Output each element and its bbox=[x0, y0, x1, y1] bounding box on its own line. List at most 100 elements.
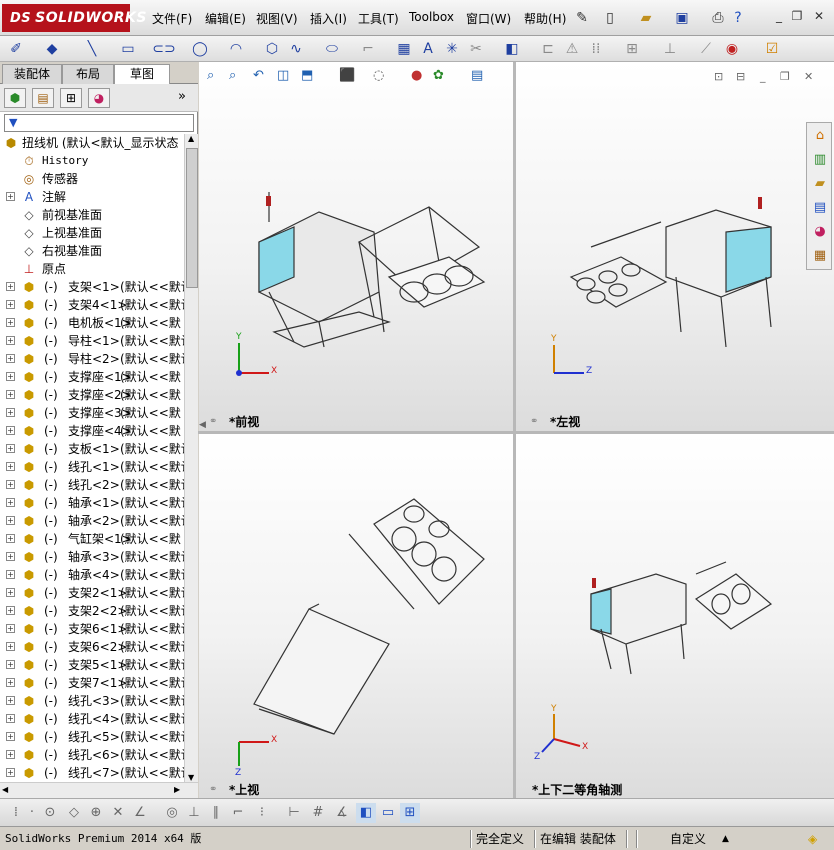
tree-item[interactable]: + A 注解 bbox=[0, 188, 184, 206]
expand-toggle[interactable]: + bbox=[6, 516, 15, 525]
viewport-horizontal-splitter[interactable] bbox=[198, 431, 834, 434]
expand-toggle[interactable]: + bbox=[6, 714, 15, 723]
tree-part-row[interactable]: + ⬢ (-) 支板<1>(默认<<默认 bbox=[0, 440, 184, 458]
expand-toggle[interactable]: + bbox=[6, 336, 15, 345]
grid-snap-icon[interactable]: # bbox=[308, 803, 328, 823]
menu-insert[interactable]: 插入(I) bbox=[310, 10, 347, 27]
menu-help[interactable]: 帮助(H) bbox=[524, 10, 566, 27]
point-snap-icon[interactable]: · bbox=[22, 803, 42, 823]
home-icon[interactable]: ⌂ bbox=[810, 126, 830, 146]
tree-part-row[interactable]: + ⬢ (-) 导柱<2>(默认<<默认 bbox=[0, 350, 184, 368]
tree-part-row[interactable]: + ⬢ (-) 轴承<3>(默认<<默认 bbox=[0, 548, 184, 566]
tab-sketch[interactable]: 草图 bbox=[114, 64, 170, 85]
tree-part-row[interactable]: + ⬢ (-) 导柱<1>(默认<<默认 bbox=[0, 332, 184, 350]
menu-window[interactable]: 窗口(W) bbox=[466, 10, 511, 27]
close-button[interactable]: ✕ bbox=[810, 8, 828, 24]
print-icon[interactable]: ⎙ bbox=[708, 8, 728, 28]
expand-toggle[interactable]: + bbox=[6, 498, 15, 507]
scroll-up-icon[interactable]: ▲ bbox=[188, 134, 194, 143]
expand-toggle[interactable]: + bbox=[6, 570, 15, 579]
viewport-front[interactable]: ⌕ ⌕ ↶ ◫ ⬒ ⬛ ◌ ● ✿ ▤ Y X ⚭ *前视 bbox=[199, 62, 513, 431]
polygon-icon[interactable]: ⬡ bbox=[262, 39, 282, 59]
tree-vertical-scrollbar[interactable]: ▲ ▼ bbox=[184, 134, 198, 782]
expand-toggle[interactable]: + bbox=[6, 318, 15, 327]
menu-view[interactable]: 视图(V) bbox=[256, 10, 298, 27]
sketch-icon[interactable]: ✐ bbox=[6, 39, 26, 59]
tree-item[interactable]: ◇ 前视基准面 bbox=[0, 206, 184, 224]
ellipse-icon[interactable]: ⬭ bbox=[322, 39, 342, 59]
configuration-manager-icon[interactable]: ⊞ bbox=[60, 88, 82, 108]
tree-horizontal-scrollbar[interactable]: ◀ ▶ bbox=[0, 782, 198, 798]
expand-toggle[interactable]: + bbox=[6, 534, 15, 543]
view-palette-icon[interactable]: ▤ bbox=[810, 198, 830, 218]
expand-toggle[interactable]: + bbox=[6, 624, 15, 633]
tree-part-row[interactable]: + ⬢ (-) 支架7<1>(默认<<默认 bbox=[0, 674, 184, 692]
menu-file[interactable]: 文件(F) bbox=[152, 10, 192, 27]
expand-toggle[interactable]: + bbox=[6, 642, 15, 651]
tree-part-row[interactable]: + ⬢ (-) 轴承<4>(默认<<默认 bbox=[0, 566, 184, 584]
viewport-isometric[interactable]: Y Z X *上下二等角轴测 bbox=[516, 434, 834, 798]
solidworks-logo[interactable]: DS SOLIDWORKS bbox=[2, 4, 146, 32]
menu-tools[interactable]: 工具(T) bbox=[358, 10, 399, 27]
viewport-left[interactable]: ⊡ ⊟ _ ❐ ✕ Y Z ⚭ *左视 bbox=[516, 62, 834, 431]
viewport-vertical-splitter[interactable] bbox=[513, 62, 516, 798]
repair-sketch-icon[interactable]: ⟋ bbox=[696, 39, 716, 59]
expand-toggle[interactable]: + bbox=[6, 480, 15, 489]
unit-system-button[interactable]: 自定义 bbox=[670, 831, 706, 847]
tree-part-row[interactable]: + ⬢ (-) 支撑座<3> (默认<<默 bbox=[0, 404, 184, 422]
circle-icon[interactable]: ◯ bbox=[190, 39, 210, 59]
expand-toggle[interactable]: + bbox=[6, 678, 15, 687]
tree-item[interactable]: ⊥ 原点 bbox=[0, 260, 184, 278]
mirror-icon[interactable]: ⚠ bbox=[562, 39, 582, 59]
new-document-icon[interactable]: ▯ bbox=[600, 8, 620, 28]
tree-item[interactable]: ◇ 右视基准面 bbox=[0, 242, 184, 260]
offset-icon[interactable]: ⊏ bbox=[538, 39, 558, 59]
expand-toggle[interactable]: + bbox=[6, 408, 15, 417]
arc-icon[interactable]: ◠ bbox=[226, 39, 246, 59]
tree-item[interactable]: ⏱ History bbox=[0, 152, 184, 170]
viewport-top[interactable]: X Z ⚭ *上视 bbox=[199, 434, 513, 798]
pin-icon[interactable]: ✎ bbox=[572, 8, 592, 28]
minimize-button[interactable]: _ bbox=[770, 8, 788, 24]
tree-part-row[interactable]: + ⬢ (-) 电机板<1> (默认<<默 bbox=[0, 314, 184, 332]
save-icon[interactable]: ▣ bbox=[672, 8, 692, 28]
single-viewport-icon[interactable]: ▭ bbox=[378, 803, 398, 823]
tree-item[interactable]: ◇ 上视基准面 bbox=[0, 224, 184, 242]
horizontal-vertical-snap-icon[interactable]: ⌐ bbox=[228, 803, 248, 823]
line-icon[interactable]: ╲ bbox=[82, 39, 102, 59]
tree-part-row[interactable]: + ⬢ (-) 支撑座<2> (默认<<默 bbox=[0, 386, 184, 404]
expand-toggle[interactable]: + bbox=[6, 390, 15, 399]
tag-icon[interactable]: ◈ bbox=[808, 831, 817, 847]
tree-part-row[interactable]: + ⬢ (-) 线孔<3>(默认<<默认 bbox=[0, 692, 184, 710]
file-explorer-icon[interactable]: ▰ bbox=[810, 174, 830, 194]
scroll-right-icon[interactable]: ▶ bbox=[174, 785, 180, 794]
expand-toggle[interactable]: + bbox=[6, 282, 15, 291]
tree-root[interactable]: ⬢ 扭线机 (默认<默认_显示状态 bbox=[0, 134, 184, 152]
plane-icon[interactable]: ▦ bbox=[394, 39, 414, 59]
expand-toggle[interactable]: + bbox=[6, 750, 15, 759]
expand-toggle[interactable]: + bbox=[6, 552, 15, 561]
smart-dimension-icon[interactable]: ◆ bbox=[42, 39, 62, 59]
expand-toggle[interactable]: + bbox=[6, 768, 15, 777]
text-icon[interactable]: A bbox=[418, 39, 438, 59]
expand-toggle[interactable]: + bbox=[6, 606, 15, 615]
linear-pattern-icon[interactable]: ⁞⁞ bbox=[586, 39, 606, 59]
expand-panel-icon[interactable]: » bbox=[178, 89, 186, 104]
tree-filter[interactable]: ▼ bbox=[4, 114, 194, 132]
tree-part-row[interactable]: + ⬢ (-) 支架5<1>(默认<<默认 bbox=[0, 656, 184, 674]
expand-toggle[interactable]: + bbox=[6, 732, 15, 741]
expand-toggle[interactable]: + bbox=[6, 300, 15, 309]
property-manager-icon[interactable]: ▤ bbox=[32, 88, 54, 108]
slot-icon[interactable]: ⊂⊃ bbox=[152, 39, 175, 59]
tree-part-row[interactable]: + ⬢ (-) 气缸架<1> (默认<<默 bbox=[0, 530, 184, 548]
tangent-snap-icon[interactable]: ◎ bbox=[162, 803, 182, 823]
tree-part-row[interactable]: + ⬢ (-) 线孔<1>(默认<<默认 bbox=[0, 458, 184, 476]
angle-snap-icon[interactable]: ∡ bbox=[332, 803, 352, 823]
tree-item[interactable]: ◎ 传感器 bbox=[0, 170, 184, 188]
tree-part-row[interactable]: + ⬢ (-) 支架2<1>(默认<<默认 bbox=[0, 584, 184, 602]
tree-part-row[interactable]: + ⬢ (-) 线孔<6>(默认<<默认 bbox=[0, 746, 184, 764]
rapid-sketch-icon[interactable]: ☑ bbox=[762, 39, 782, 59]
collapse-panel-icon[interactable]: ◀ bbox=[199, 420, 206, 430]
expand-toggle[interactable]: + bbox=[6, 660, 15, 669]
appearance-manager-icon[interactable]: ◕ bbox=[88, 88, 110, 108]
